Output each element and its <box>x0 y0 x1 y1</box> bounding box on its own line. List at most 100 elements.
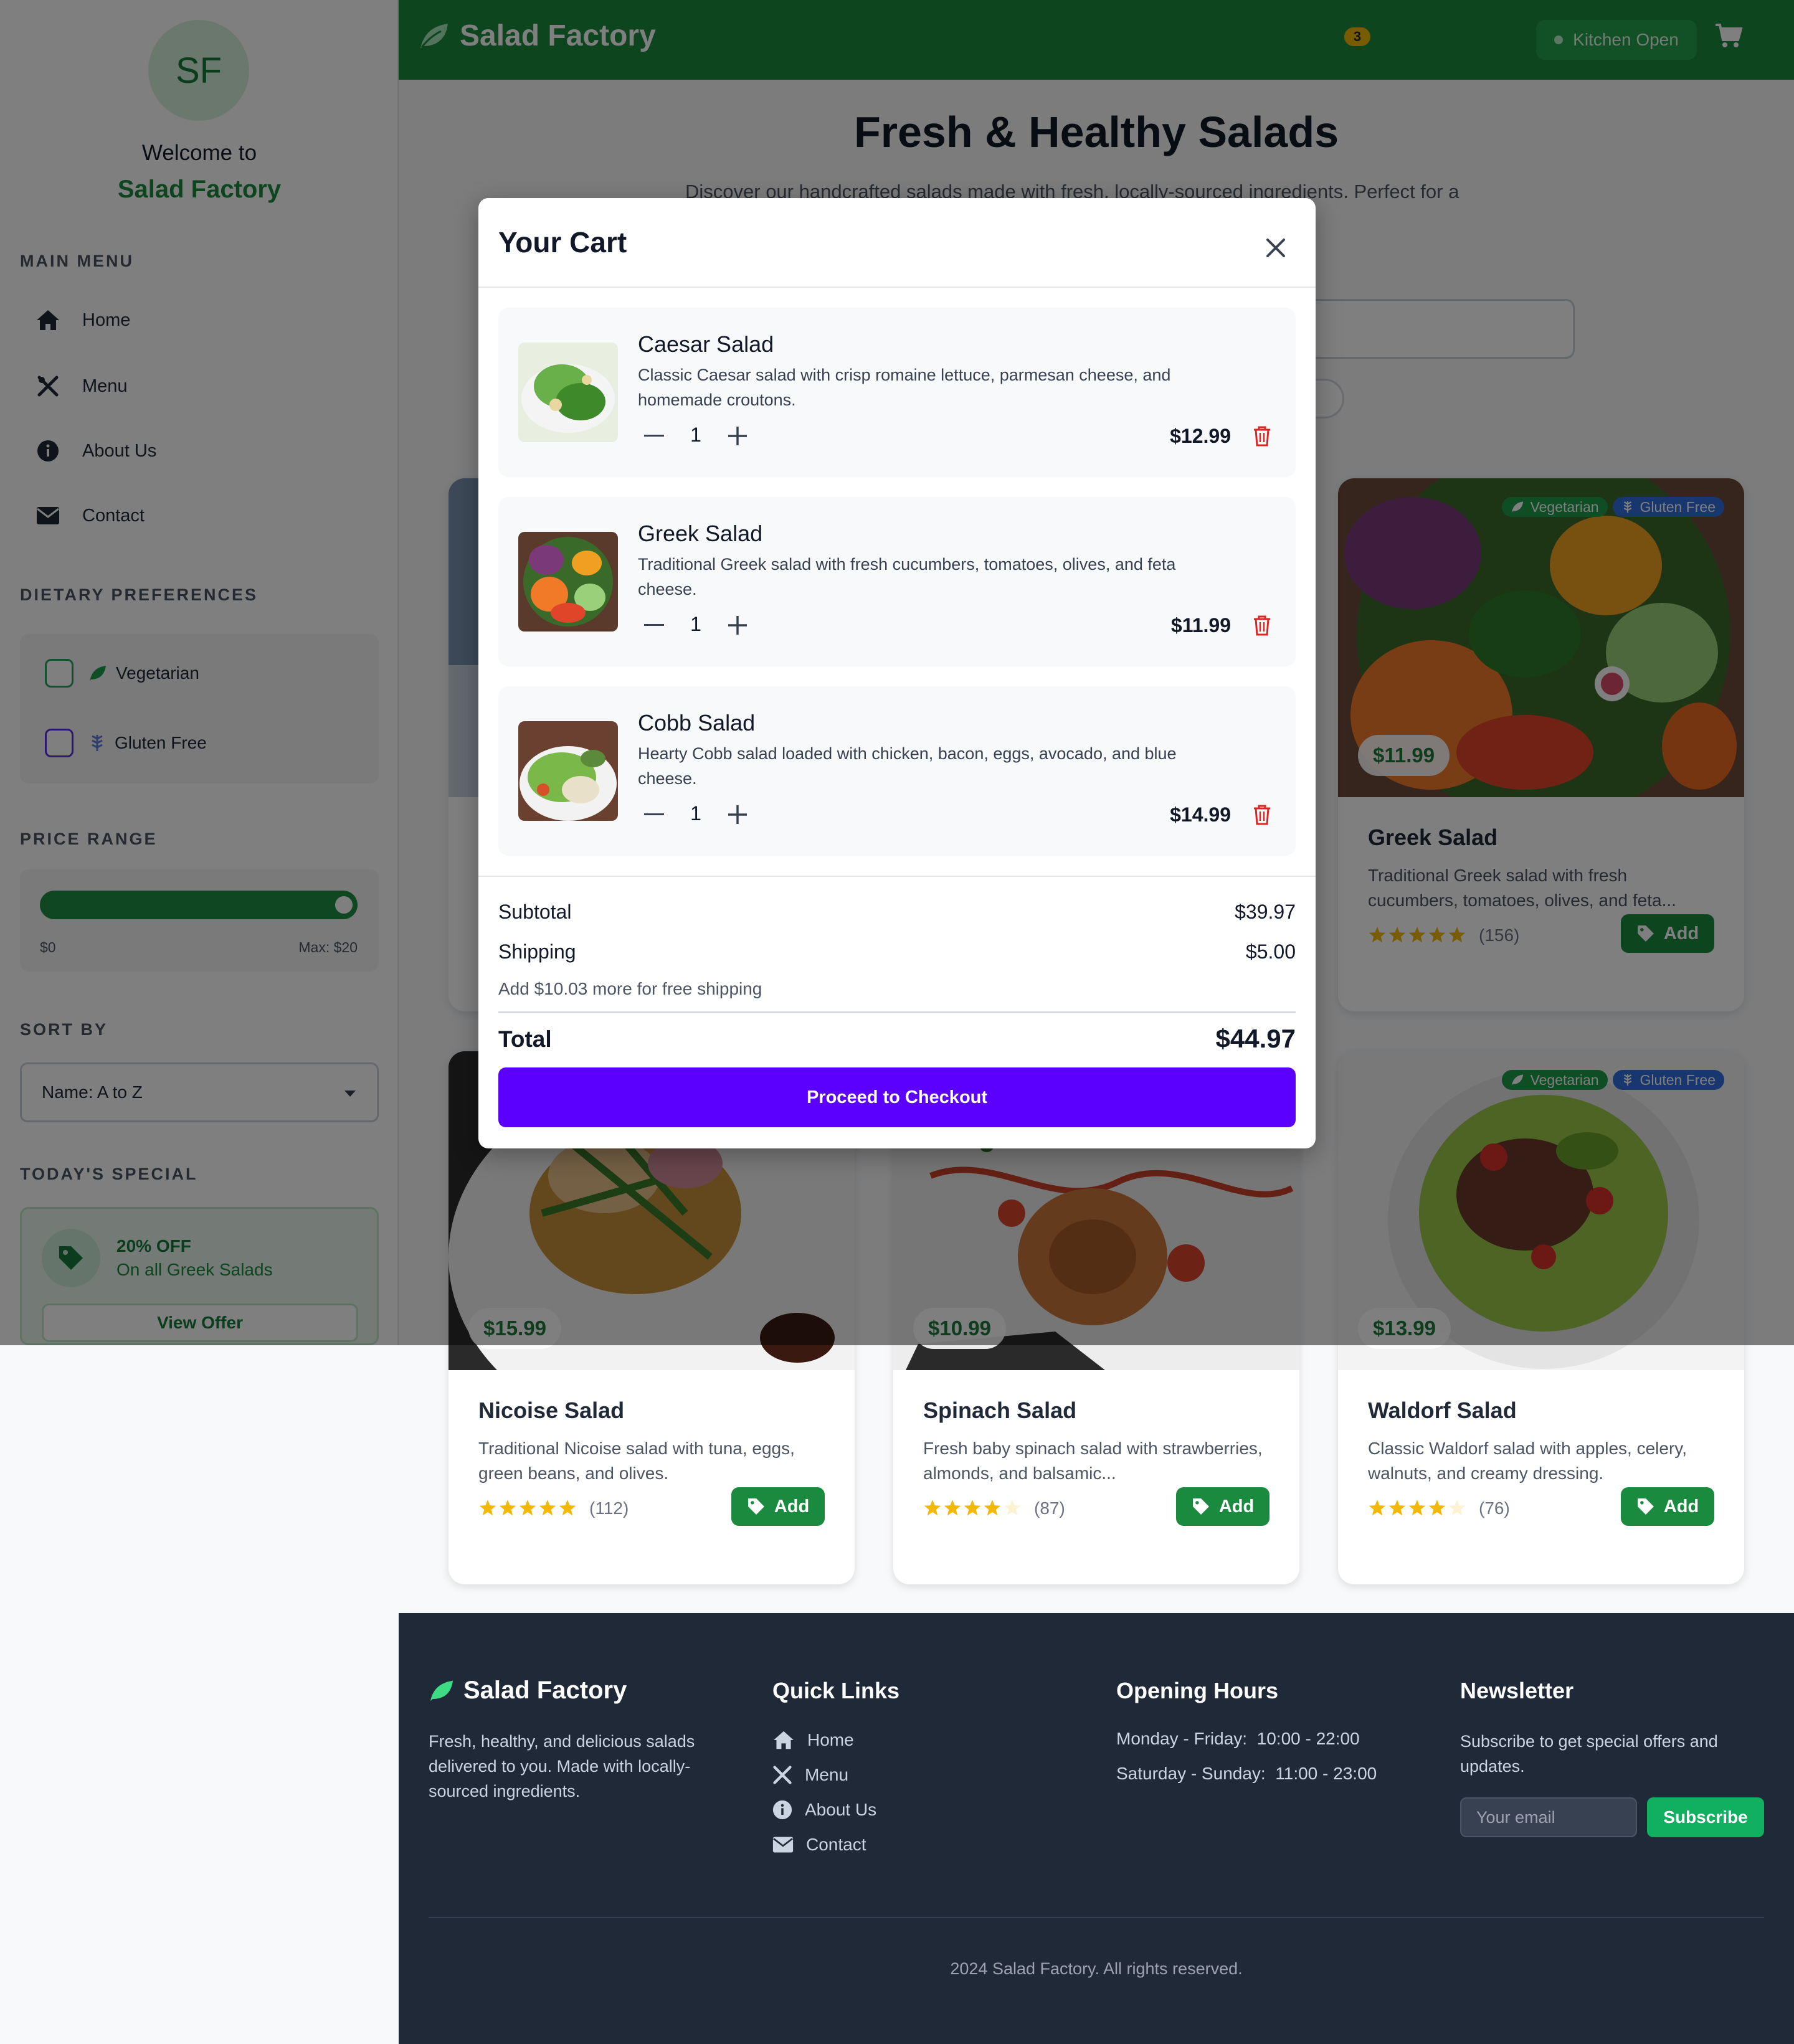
free-shipping-note: Add $10.03 more for free shipping <box>498 979 762 998</box>
star-filled-icon <box>1428 1500 1446 1516</box>
modal-header-divider <box>478 286 1316 288</box>
trash-icon <box>1254 426 1270 447</box>
add-button-label: Add <box>1218 1496 1255 1516</box>
hours-weekend-days: Saturday - Sunday: <box>1116 1764 1266 1783</box>
home-icon <box>774 1731 794 1749</box>
cart-item-description: Hearty Cobb salad loaded with chicken, b… <box>638 744 1177 788</box>
copyright: 2024 Salad Factory. All rights reserved. <box>950 1959 1243 1978</box>
cart-item-description: Traditional Greek salad with fresh cucum… <box>638 555 1176 599</box>
cart-item: Cobb Salad Hearty Cobb salad loaded with… <box>498 686 1296 856</box>
star-icons <box>924 1500 1021 1516</box>
product-rating: (87) <box>923 1498 1065 1518</box>
minus-icon <box>644 435 664 437</box>
checkout-button[interactable]: Proceed to Checkout <box>498 1067 1296 1127</box>
minus-icon <box>644 813 664 815</box>
star-filled-icon <box>924 1500 941 1516</box>
star-filled-icon <box>964 1500 981 1516</box>
product-description: Traditional Nicoise salad with tuna, egg… <box>478 1439 795 1483</box>
remove-item-button[interactable] <box>1248 422 1276 450</box>
star-empty-icon <box>1004 1500 1021 1516</box>
tag-icon <box>1192 1498 1209 1515</box>
product-description: Classic Waldorf salad with apples, celer… <box>1368 1439 1687 1483</box>
subtotal-value: $39.97 <box>1235 901 1296 923</box>
leaf-icon <box>429 1680 463 1702</box>
footer-about: Fresh, healthy, and delicious salads del… <box>429 1732 695 1800</box>
hours-weekday-time: 10:00 - 22:00 <box>1256 1729 1360 1748</box>
cart-item-price: $12.99 <box>1170 425 1231 447</box>
star-filled-icon <box>539 1500 556 1516</box>
add-to-cart-button[interactable]: Add <box>1176 1487 1270 1526</box>
cart-item-image <box>518 721 618 821</box>
newsletter-text: Subscribe to get special offers and upda… <box>1460 1732 1718 1776</box>
tag-icon <box>1637 1498 1654 1515</box>
increase-quantity-button[interactable] <box>721 420 754 452</box>
footer-link-contact-label: Contact <box>806 1835 866 1854</box>
total-label: Total <box>498 1026 552 1052</box>
increase-quantity-button[interactable] <box>721 609 754 641</box>
subtotal-row: Subtotal $39.97 <box>498 901 1296 924</box>
rating-count: (76) <box>1479 1498 1510 1518</box>
cart-item: Caesar Salad Classic Caesar salad with c… <box>498 308 1296 477</box>
add-to-cart-button[interactable]: Add <box>1621 1487 1714 1526</box>
cart-title: Your Cart <box>498 226 627 258</box>
tag-icon <box>748 1498 764 1515</box>
subscribe-button[interactable]: Subscribe <box>1647 1797 1764 1837</box>
star-filled-icon <box>1369 1500 1386 1516</box>
footer-link-home[interactable]: Home <box>772 1728 854 1753</box>
minus-icon <box>644 624 664 626</box>
quick-links-title: Quick Links <box>772 1678 900 1703</box>
hours-weekday: Monday - Friday: 10:00 - 22:00 <box>1116 1729 1360 1749</box>
close-icon <box>1266 239 1285 257</box>
envelope-icon <box>772 1837 794 1853</box>
shipping-value: $5.00 <box>1245 940 1296 963</box>
cart-item-image <box>518 343 618 442</box>
decrease-quantity-button[interactable] <box>638 798 670 831</box>
footer-link-menu[interactable]: Menu <box>772 1762 848 1787</box>
footer-link-about[interactable]: About Us <box>772 1797 876 1822</box>
info-icon <box>772 1800 792 1820</box>
footer-divider <box>429 1917 1764 1918</box>
star-filled-icon <box>499 1500 516 1516</box>
hours-weekend-time: 11:00 - 23:00 <box>1275 1764 1377 1783</box>
total-divider <box>498 1011 1296 1013</box>
product-name: Nicoise Salad <box>478 1398 625 1423</box>
rating-count: (112) <box>589 1498 629 1518</box>
cart-item-price: $11.99 <box>1170 614 1231 636</box>
rating-count: (87) <box>1034 1498 1065 1518</box>
star-filled-icon <box>559 1500 576 1516</box>
increase-quantity-button[interactable] <box>721 798 754 831</box>
cart-item: Greek Salad Traditional Greek salad with… <box>498 497 1296 666</box>
star-rating-icons <box>478 1499 578 1518</box>
star-empty-icon <box>1448 1500 1466 1516</box>
footer: Salad Factory Fresh, healthy, and delici… <box>399 1613 1794 2044</box>
trash-icon <box>1254 615 1270 636</box>
decrease-quantity-button[interactable] <box>638 609 670 641</box>
star-filled-icon <box>984 1500 1001 1516</box>
remove-item-button[interactable] <box>1248 612 1276 639</box>
cart-item-image <box>518 532 618 632</box>
total-value: $44.97 <box>1215 1024 1296 1053</box>
close-button[interactable] <box>1256 228 1296 268</box>
add-button-label: Add <box>1663 1496 1699 1516</box>
product-rating: (112) <box>478 1498 629 1518</box>
cart-item-quantity: 1 <box>690 613 701 635</box>
add-button-label: Add <box>774 1496 810 1516</box>
modal-summary-divider <box>478 876 1316 877</box>
product-name: Spinach Salad <box>923 1398 1077 1423</box>
remove-item-button[interactable] <box>1248 801 1276 828</box>
newsletter-email-input[interactable]: Your email <box>1460 1797 1637 1837</box>
cart-item-name: Cobb Salad <box>638 710 756 736</box>
footer-link-home-label: Home <box>807 1730 854 1749</box>
total-row: Total $44.97 <box>498 1024 1296 1053</box>
star-icons <box>479 1500 576 1516</box>
product-name: Waldorf Salad <box>1368 1398 1517 1423</box>
footer-link-contact[interactable]: Contact <box>772 1832 866 1857</box>
newsletter-title: Newsletter <box>1460 1678 1574 1703</box>
star-filled-icon <box>519 1500 536 1516</box>
add-to-cart-button[interactable]: Add <box>731 1487 825 1526</box>
decrease-quantity-button[interactable] <box>638 420 670 452</box>
star-filled-icon <box>1408 1500 1426 1516</box>
cart-item-quantity: 1 <box>690 423 701 446</box>
star-icons <box>1369 1500 1466 1516</box>
star-rating-icons <box>1368 1499 1468 1518</box>
